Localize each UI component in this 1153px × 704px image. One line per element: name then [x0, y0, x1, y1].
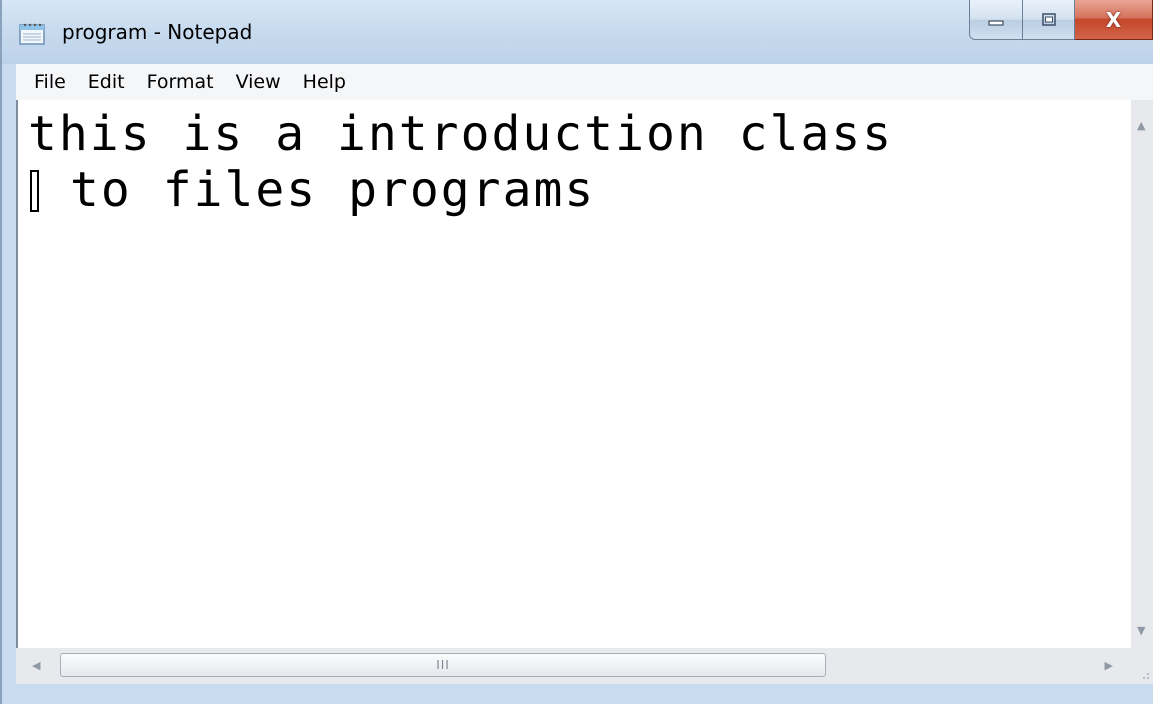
scroll-up-arrow-icon[interactable]: ▲: [1137, 120, 1145, 131]
caption-buttons: X: [969, 0, 1153, 44]
menu-help[interactable]: Help: [292, 71, 357, 93]
minimize-icon: [988, 19, 1004, 26]
notepad-window: program - Notepad X File Edit Format Vie…: [0, 0, 1153, 704]
resize-grip-icon[interactable]: [1131, 648, 1153, 684]
close-button[interactable]: X: [1075, 0, 1153, 40]
window-title: program - Notepad: [62, 20, 253, 44]
minimize-button[interactable]: [969, 0, 1023, 40]
text-editor[interactable]: this is a introduction class to files pr…: [16, 100, 1133, 648]
menu-bar: File Edit Format View Help: [16, 64, 1153, 101]
scroll-left-arrow-icon[interactable]: ◀: [32, 660, 40, 671]
menu-file[interactable]: File: [16, 71, 77, 93]
scroll-right-arrow-icon[interactable]: ▶: [1105, 660, 1113, 671]
editor-line-2[interactable]: to files programs: [70, 162, 595, 218]
horizontal-scrollbar[interactable]: ◀ III ▶: [16, 648, 1131, 684]
horizontal-scroll-thumb[interactable]: III: [60, 653, 826, 677]
text-caret: [30, 170, 39, 212]
editor-line-1[interactable]: this is a introduction class: [28, 106, 893, 162]
notepad-icon[interactable]: [18, 22, 48, 45]
scroll-down-arrow-icon[interactable]: ▼: [1137, 625, 1145, 636]
maximize-icon: [1041, 12, 1056, 26]
scroll-grip: III: [436, 658, 450, 672]
menu-view[interactable]: View: [225, 71, 292, 93]
maximize-button[interactable]: [1023, 0, 1075, 40]
title-bar[interactable]: program - Notepad X: [2, 0, 1153, 64]
menu-format[interactable]: Format: [136, 71, 225, 93]
vertical-scrollbar[interactable]: ▲ ▼: [1131, 100, 1153, 648]
window-bottom-border: [2, 684, 1153, 704]
close-icon: X: [1105, 7, 1122, 32]
menu-edit[interactable]: Edit: [77, 71, 136, 93]
